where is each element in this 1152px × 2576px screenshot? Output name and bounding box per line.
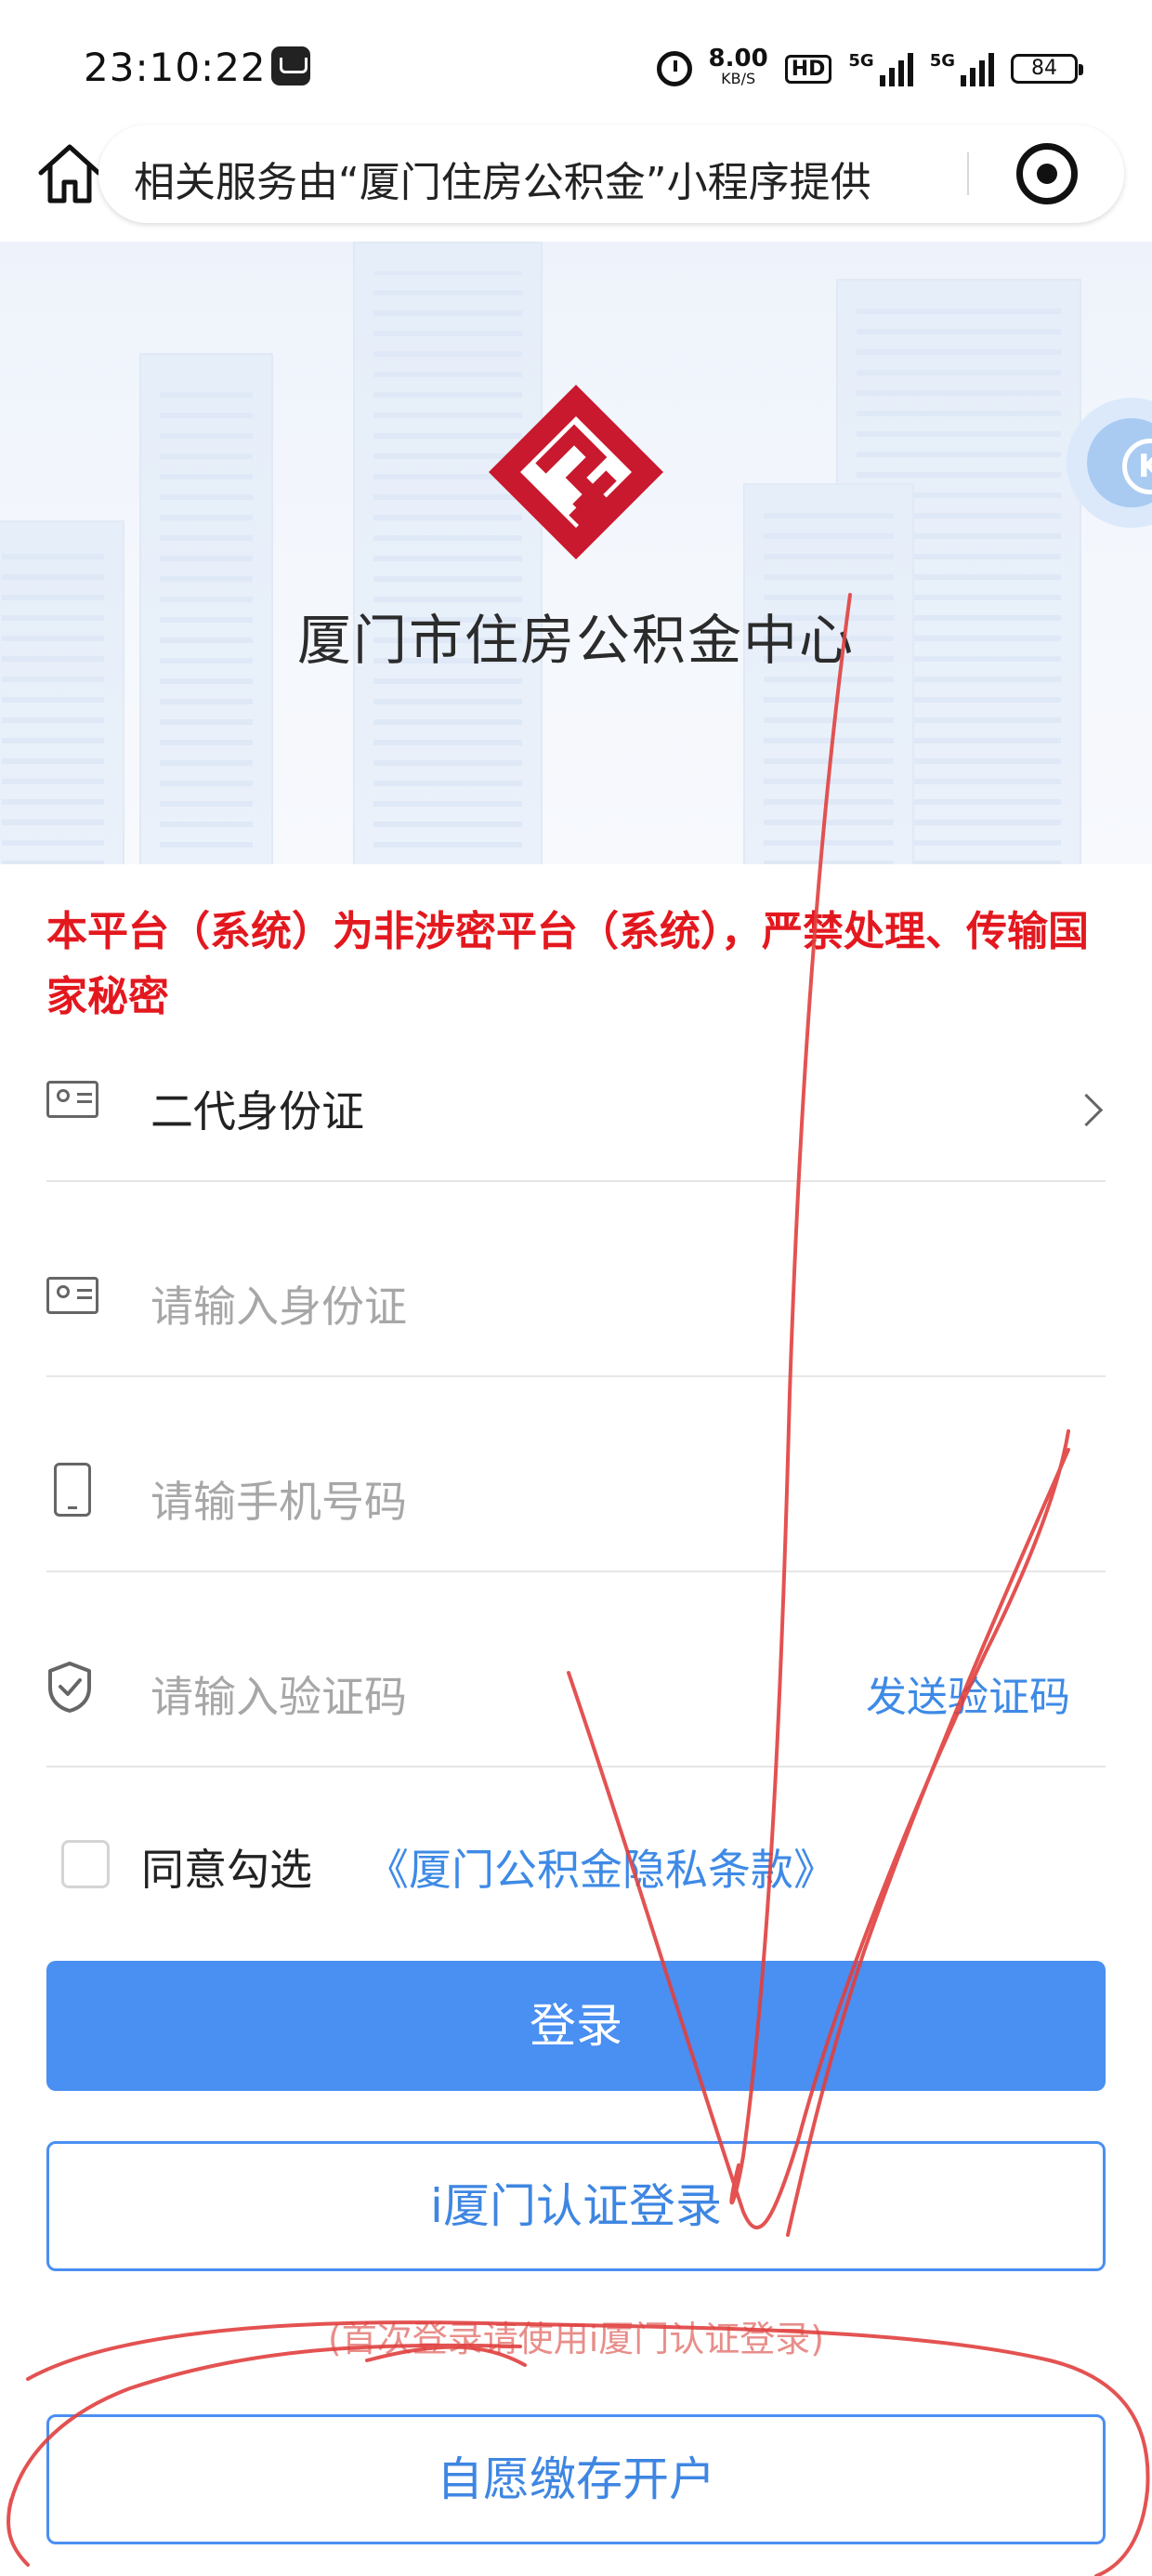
home-icon[interactable]	[33, 138, 106, 210]
signal-icon-1: 5G	[848, 51, 913, 86]
verification-code-input[interactable]: 请输入验证码	[151, 1663, 407, 1725]
service-notice-capsule: 相关服务由“厦门住房公积金”小程序提供	[98, 125, 1124, 223]
shield-check-icon	[48, 1662, 91, 1713]
battery-icon: 84	[1011, 54, 1083, 84]
phone-input[interactable]: 请输手机号码	[151, 1468, 407, 1530]
signal-2-label: 5G	[929, 51, 955, 71]
mini-program-top-bar: 相关服务由“厦门住房公积金”小程序提供	[0, 121, 1152, 242]
org-name: 厦门市住房公积金中心	[296, 609, 855, 672]
ixiamen-cert-login-button[interactable]: i厦门认证登录	[46, 2141, 1106, 2271]
agree-label: 同意勾选	[141, 1845, 312, 1895]
verification-code-field[interactable]: 请输入验证码 发送验证码	[46, 1571, 1106, 1768]
service-notice-text: 相关服务由“厦门住房公积金”小程序提供	[134, 159, 871, 206]
voluntary-account-button[interactable]: 自愿缴存开户	[46, 2414, 1106, 2544]
status-bar: 23:10:22 8.00 KB/S HD 5G 5G 84	[0, 0, 1152, 121]
alarm-icon	[656, 51, 692, 86]
mobile-phone-icon	[54, 1463, 91, 1517]
hd-voice-icon: HD	[784, 54, 832, 84]
message-notification-icon	[271, 46, 310, 85]
housing-fund-logo	[489, 385, 663, 559]
id-number-input[interactable]: 请输入身份证	[151, 1273, 407, 1334]
floating-assistant-label: K	[1122, 439, 1152, 494]
send-code-button[interactable]: 发送验证码	[866, 1663, 1070, 1723]
network-speed: 8.00 KB/S	[708, 45, 768, 89]
agree-checkbox[interactable]	[61, 1840, 110, 1888]
id-number-field[interactable]: 请输入身份证	[46, 1180, 1106, 1377]
building-illustration	[0, 520, 124, 864]
phone-field[interactable]: 请输手机号码	[46, 1375, 1106, 1572]
chevron-right-icon	[1069, 1093, 1104, 1127]
header-banner: 厦门市住房公积金中心 K	[0, 242, 1152, 864]
network-speed-value: 8.00	[708, 45, 768, 72]
signal-1-label: 5G	[848, 51, 874, 71]
id-card-icon	[46, 1081, 98, 1118]
network-speed-unit: KB/S	[721, 70, 756, 87]
status-indicators: 8.00 KB/S HD 5G 5G 84	[656, 43, 1083, 95]
id-card-icon	[46, 1277, 98, 1314]
login-button[interactable]: 登录	[46, 1961, 1106, 2091]
privacy-policy-link[interactable]: 《厦门公积金隐私条款》	[366, 1836, 836, 1898]
id-type-value: 二代身份证	[151, 1086, 364, 1137]
status-time: 23:10:22	[84, 45, 267, 90]
record-target-icon[interactable]	[1016, 143, 1078, 204]
capsule-divider	[967, 152, 969, 195]
signal-icon-2: 5G	[930, 51, 994, 86]
id-type-select[interactable]: 二代身份证	[46, 985, 1106, 1182]
first-login-hint: (首次登录请使用i厦门认证登录)	[327, 2319, 825, 2359]
